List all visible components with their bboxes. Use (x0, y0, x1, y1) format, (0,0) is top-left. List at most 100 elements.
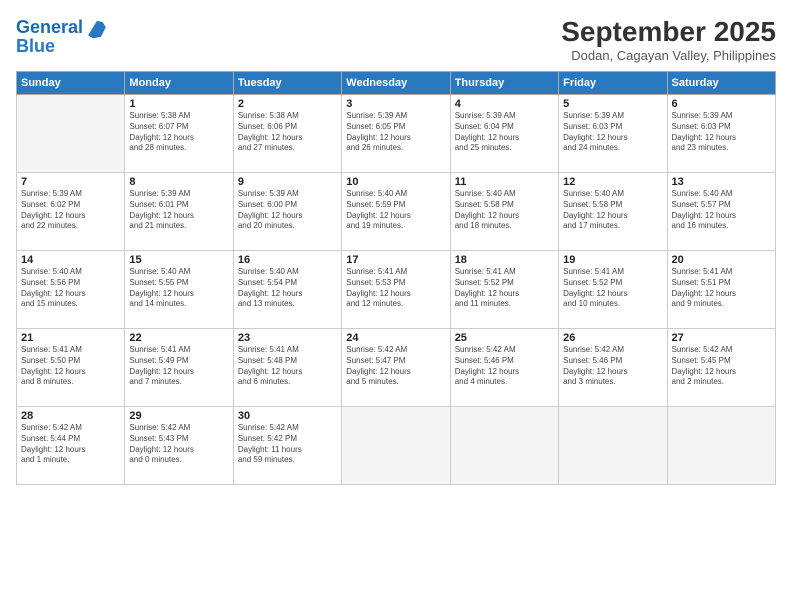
day-number: 15 (129, 254, 228, 266)
calendar-cell: 8Sunrise: 5:39 AM Sunset: 6:01 PM Daylig… (125, 173, 233, 251)
calendar-cell (450, 407, 558, 485)
day-number: 28 (21, 410, 120, 422)
day-info: Sunrise: 5:41 AM Sunset: 5:50 PM Dayligh… (21, 345, 120, 388)
weekday-header-friday: Friday (559, 72, 667, 95)
calendar-cell: 5Sunrise: 5:39 AM Sunset: 6:03 PM Daylig… (559, 95, 667, 173)
day-info: Sunrise: 5:39 AM Sunset: 6:02 PM Dayligh… (21, 189, 120, 232)
calendar-cell (559, 407, 667, 485)
day-number: 2 (238, 98, 337, 110)
day-number: 27 (672, 332, 771, 344)
calendar-cell: 9Sunrise: 5:39 AM Sunset: 6:00 PM Daylig… (233, 173, 341, 251)
day-number: 1 (129, 98, 228, 110)
day-info: Sunrise: 5:40 AM Sunset: 5:54 PM Dayligh… (238, 267, 337, 310)
day-info: Sunrise: 5:38 AM Sunset: 6:07 PM Dayligh… (129, 111, 228, 154)
day-number: 21 (21, 332, 120, 344)
calendar-cell: 2Sunrise: 5:38 AM Sunset: 6:06 PM Daylig… (233, 95, 341, 173)
day-info: Sunrise: 5:40 AM Sunset: 5:56 PM Dayligh… (21, 267, 120, 310)
calendar-cell: 1Sunrise: 5:38 AM Sunset: 6:07 PM Daylig… (125, 95, 233, 173)
calendar-cell: 20Sunrise: 5:41 AM Sunset: 5:51 PM Dayli… (667, 251, 775, 329)
day-info: Sunrise: 5:42 AM Sunset: 5:45 PM Dayligh… (672, 345, 771, 388)
day-info: Sunrise: 5:40 AM Sunset: 5:59 PM Dayligh… (346, 189, 445, 232)
day-number: 22 (129, 332, 228, 344)
calendar-cell: 11Sunrise: 5:40 AM Sunset: 5:58 PM Dayli… (450, 173, 558, 251)
calendar-cell: 17Sunrise: 5:41 AM Sunset: 5:53 PM Dayli… (342, 251, 450, 329)
day-info: Sunrise: 5:41 AM Sunset: 5:52 PM Dayligh… (455, 267, 554, 310)
day-info: Sunrise: 5:39 AM Sunset: 6:03 PM Dayligh… (672, 111, 771, 154)
calendar-week-row: 28Sunrise: 5:42 AM Sunset: 5:44 PM Dayli… (17, 407, 776, 485)
day-number: 5 (563, 98, 662, 110)
calendar-week-row: 21Sunrise: 5:41 AM Sunset: 5:50 PM Dayli… (17, 329, 776, 407)
day-info: Sunrise: 5:42 AM Sunset: 5:46 PM Dayligh… (455, 345, 554, 388)
weekday-header-saturday: Saturday (667, 72, 775, 95)
weekday-header-thursday: Thursday (450, 72, 558, 95)
day-info: Sunrise: 5:42 AM Sunset: 5:42 PM Dayligh… (238, 423, 337, 466)
day-info: Sunrise: 5:41 AM Sunset: 5:53 PM Dayligh… (346, 267, 445, 310)
day-info: Sunrise: 5:41 AM Sunset: 5:49 PM Dayligh… (129, 345, 228, 388)
day-info: Sunrise: 5:39 AM Sunset: 6:00 PM Dayligh… (238, 189, 337, 232)
calendar-week-row: 14Sunrise: 5:40 AM Sunset: 5:56 PM Dayli… (17, 251, 776, 329)
weekday-header-row: SundayMondayTuesdayWednesdayThursdayFrid… (17, 72, 776, 95)
day-number: 3 (346, 98, 445, 110)
calendar-cell (17, 95, 125, 173)
logo-icon (85, 16, 109, 40)
calendar-cell: 14Sunrise: 5:40 AM Sunset: 5:56 PM Dayli… (17, 251, 125, 329)
day-number: 16 (238, 254, 337, 266)
day-number: 14 (21, 254, 120, 266)
calendar-cell (342, 407, 450, 485)
calendar-cell: 16Sunrise: 5:40 AM Sunset: 5:54 PM Dayli… (233, 251, 341, 329)
day-number: 8 (129, 176, 228, 188)
day-number: 6 (672, 98, 771, 110)
calendar-cell: 28Sunrise: 5:42 AM Sunset: 5:44 PM Dayli… (17, 407, 125, 485)
day-info: Sunrise: 5:38 AM Sunset: 6:06 PM Dayligh… (238, 111, 337, 154)
calendar-cell: 6Sunrise: 5:39 AM Sunset: 6:03 PM Daylig… (667, 95, 775, 173)
day-info: Sunrise: 5:40 AM Sunset: 5:55 PM Dayligh… (129, 267, 228, 310)
calendar-cell: 4Sunrise: 5:39 AM Sunset: 6:04 PM Daylig… (450, 95, 558, 173)
calendar-cell: 3Sunrise: 5:39 AM Sunset: 6:05 PM Daylig… (342, 95, 450, 173)
calendar-week-row: 1Sunrise: 5:38 AM Sunset: 6:07 PM Daylig… (17, 95, 776, 173)
calendar-week-row: 7Sunrise: 5:39 AM Sunset: 6:02 PM Daylig… (17, 173, 776, 251)
header: General Blue September 2025 Dodan, Cagay… (16, 16, 776, 63)
day-number: 30 (238, 410, 337, 422)
day-number: 18 (455, 254, 554, 266)
logo-text: General (16, 18, 83, 38)
day-info: Sunrise: 5:40 AM Sunset: 5:57 PM Dayligh… (672, 189, 771, 232)
day-info: Sunrise: 5:41 AM Sunset: 5:51 PM Dayligh… (672, 267, 771, 310)
day-number: 29 (129, 410, 228, 422)
day-info: Sunrise: 5:42 AM Sunset: 5:46 PM Dayligh… (563, 345, 662, 388)
weekday-header-monday: Monday (125, 72, 233, 95)
day-number: 19 (563, 254, 662, 266)
calendar-cell: 15Sunrise: 5:40 AM Sunset: 5:55 PM Dayli… (125, 251, 233, 329)
day-info: Sunrise: 5:39 AM Sunset: 6:04 PM Dayligh… (455, 111, 554, 154)
calendar-cell: 25Sunrise: 5:42 AM Sunset: 5:46 PM Dayli… (450, 329, 558, 407)
day-number: 10 (346, 176, 445, 188)
day-info: Sunrise: 5:41 AM Sunset: 5:48 PM Dayligh… (238, 345, 337, 388)
day-number: 7 (21, 176, 120, 188)
calendar-table: SundayMondayTuesdayWednesdayThursdayFrid… (16, 71, 776, 485)
calendar-cell: 12Sunrise: 5:40 AM Sunset: 5:58 PM Dayli… (559, 173, 667, 251)
calendar-cell: 21Sunrise: 5:41 AM Sunset: 5:50 PM Dayli… (17, 329, 125, 407)
calendar-cell: 13Sunrise: 5:40 AM Sunset: 5:57 PM Dayli… (667, 173, 775, 251)
calendar-cell: 26Sunrise: 5:42 AM Sunset: 5:46 PM Dayli… (559, 329, 667, 407)
logo: General Blue (16, 16, 109, 57)
day-info: Sunrise: 5:41 AM Sunset: 5:52 PM Dayligh… (563, 267, 662, 310)
day-info: Sunrise: 5:42 AM Sunset: 5:44 PM Dayligh… (21, 423, 120, 466)
calendar-cell: 10Sunrise: 5:40 AM Sunset: 5:59 PM Dayli… (342, 173, 450, 251)
month-title: September 2025 (561, 16, 776, 48)
title-area: September 2025 Dodan, Cagayan Valley, Ph… (561, 16, 776, 63)
day-info: Sunrise: 5:42 AM Sunset: 5:43 PM Dayligh… (129, 423, 228, 466)
calendar-cell: 23Sunrise: 5:41 AM Sunset: 5:48 PM Dayli… (233, 329, 341, 407)
day-info: Sunrise: 5:42 AM Sunset: 5:47 PM Dayligh… (346, 345, 445, 388)
day-number: 24 (346, 332, 445, 344)
calendar-cell: 22Sunrise: 5:41 AM Sunset: 5:49 PM Dayli… (125, 329, 233, 407)
calendar-cell: 7Sunrise: 5:39 AM Sunset: 6:02 PM Daylig… (17, 173, 125, 251)
day-number: 20 (672, 254, 771, 266)
calendar-cell: 30Sunrise: 5:42 AM Sunset: 5:42 PM Dayli… (233, 407, 341, 485)
day-number: 11 (455, 176, 554, 188)
day-number: 12 (563, 176, 662, 188)
calendar-cell: 27Sunrise: 5:42 AM Sunset: 5:45 PM Dayli… (667, 329, 775, 407)
day-info: Sunrise: 5:39 AM Sunset: 6:03 PM Dayligh… (563, 111, 662, 154)
day-info: Sunrise: 5:40 AM Sunset: 5:58 PM Dayligh… (563, 189, 662, 232)
day-info: Sunrise: 5:39 AM Sunset: 6:01 PM Dayligh… (129, 189, 228, 232)
location: Dodan, Cagayan Valley, Philippines (561, 48, 776, 63)
day-number: 25 (455, 332, 554, 344)
